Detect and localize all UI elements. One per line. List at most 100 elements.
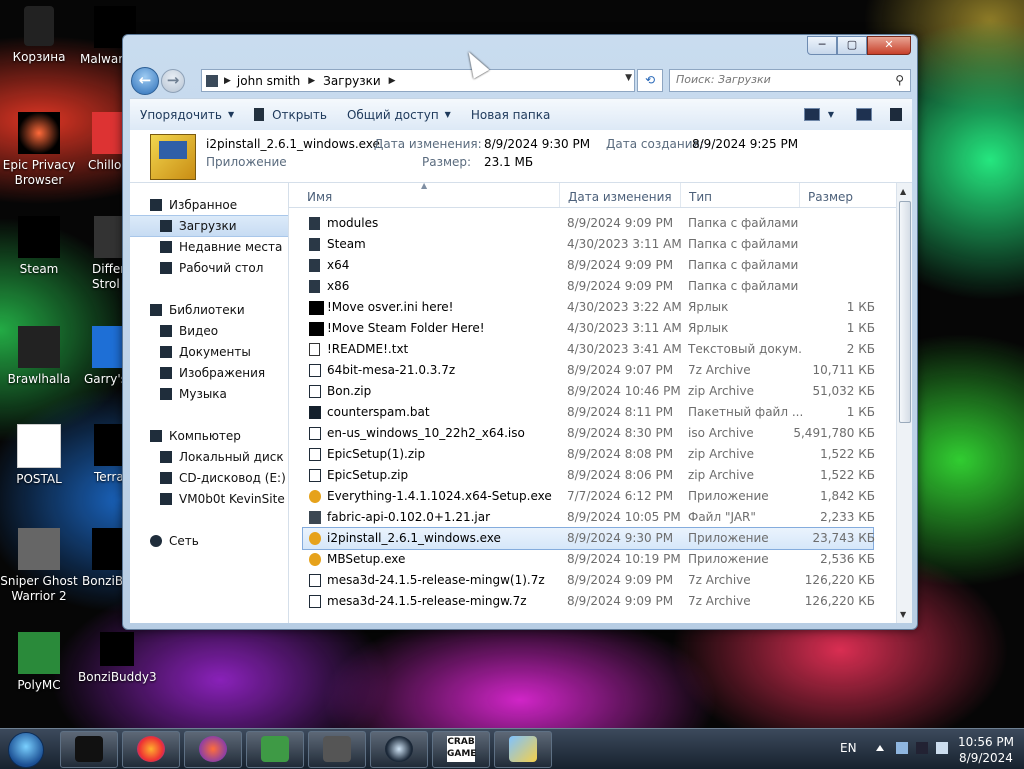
explorer-window[interactable]: ─ ▢ ✕ ← → ▶ john smith ▶ Загрузки ▶ ▼ ⟲ … — [122, 34, 918, 630]
nav-documents[interactable]: Документы — [160, 342, 251, 362]
file-row[interactable]: x86 8/9/2024 9:09 PM Папка с файлами — [289, 276, 897, 297]
column-header-name[interactable]: Имя — [299, 183, 559, 207]
language-indicator[interactable]: EN — [840, 741, 857, 755]
desktop-icon-brawlhalla[interactable]: Brawlhalla — [0, 326, 78, 387]
view-options-icon[interactable] — [803, 108, 820, 121]
video-icon — [160, 325, 172, 337]
nav-network[interactable]: Сеть — [150, 531, 199, 551]
breadcrumb-john-smith[interactable]: john smith — [237, 74, 300, 88]
chevron-right-icon[interactable]: ▶ — [308, 76, 315, 86]
taskbar-polymc[interactable] — [246, 731, 304, 768]
file-row[interactable]: en-us_windows_10_22h2_x64.iso 8/9/2024 8:… — [289, 423, 897, 444]
file-modified: 8/9/2024 9:30 PM — [567, 531, 674, 545]
tray-app-icon[interactable] — [896, 742, 908, 754]
file-name: 64bit-mesa-21.0.3.7z — [327, 363, 456, 377]
file-row[interactable]: Steam 4/30/2023 3:11 AM Папка с файлами — [289, 234, 897, 255]
details-type: Приложение — [206, 155, 287, 169]
nav-favorites[interactable]: Избранное — [150, 195, 237, 215]
taskbar-app-1[interactable] — [60, 731, 118, 768]
file-row[interactable]: Everything-1.4.1.1024.x64-Setup.exe 7/7/2… — [289, 486, 897, 507]
nav-recent-places[interactable]: Недавние места — [160, 237, 282, 257]
start-button[interactable] — [8, 732, 44, 768]
file-row[interactable]: EpicSetup.zip 8/9/2024 8:06 PM zip Archive… — [289, 465, 897, 486]
brawlhalla-icon — [18, 326, 60, 368]
scrollbar-thumb[interactable] — [899, 201, 911, 423]
nav-network-share[interactable]: VM0b0t KevinSite — [160, 489, 285, 509]
file-row[interactable]: Bon.zip 8/9/2024 10:46 PM zip Archive 51,03… — [289, 381, 897, 402]
desktop-icon-recycle-bin[interactable]: Корзина — [0, 6, 78, 65]
file-row[interactable]: fabric-api-0.102.0+1.21.jar 8/9/2024 10:0… — [289, 507, 897, 528]
new-folder-button[interactable]: Новая папка — [461, 103, 560, 127]
taskbar-steam[interactable] — [370, 731, 428, 768]
file-name: modules — [327, 216, 379, 230]
vertical-scrollbar[interactable]: ▲ ▼ — [896, 183, 912, 623]
file-icon — [309, 427, 321, 440]
chevron-down-icon[interactable]: ▼ — [625, 73, 632, 83]
scroll-down-icon[interactable]: ▼ — [900, 610, 906, 619]
taskbar-firefox[interactable] — [122, 731, 180, 768]
back-button[interactable]: ← — [131, 67, 159, 95]
file-size: 5,491,780 КБ — [793, 426, 875, 440]
file-row[interactable]: 64bit-mesa-21.0.3.7z 8/9/2024 9:07 PM 7z A… — [289, 360, 897, 381]
maximize-button[interactable]: ▢ — [837, 36, 867, 55]
organize-button[interactable]: Упорядочить ▼ — [130, 103, 244, 127]
desktop-icon-sniper-ghost-warrior[interactable]: Sniper Ghost Warrior 2 — [0, 528, 78, 604]
nav-music[interactable]: Музыка — [160, 384, 227, 404]
column-header-size[interactable]: Размер — [799, 183, 888, 207]
file-row[interactable]: modules 8/9/2024 9:09 PM Папка с файлами — [289, 213, 897, 234]
nav-local-disk[interactable]: Локальный диск (C — [160, 447, 288, 467]
scroll-up-icon[interactable]: ▲ — [900, 187, 906, 196]
nav-pictures[interactable]: Изображения — [160, 363, 265, 383]
file-row[interactable]: !Move Steam Folder Here! 4/30/2023 3:11 A… — [289, 318, 897, 339]
chevron-down-icon[interactable]: ▼ — [828, 110, 834, 119]
file-row[interactable]: x64 8/9/2024 9:09 PM Папка с файлами — [289, 255, 897, 276]
open-button[interactable]: Открыть — [244, 103, 337, 127]
file-row[interactable]: EpicSetup(1).zip 8/9/2024 8:08 PM zip Arch… — [289, 444, 897, 465]
clock[interactable]: 10:56 PM 8/9/2024 — [958, 734, 1014, 766]
breadcrumb-downloads[interactable]: Загрузки — [323, 74, 381, 88]
desktop-icon-epic-privacy-browser[interactable]: Epic Privacy Browser — [0, 112, 78, 188]
file-row[interactable]: mesa3d-24.1.5-release-mingw.7z 8/9/2024 9… — [289, 591, 897, 612]
help-icon[interactable] — [890, 108, 902, 121]
desktop-icon-postal[interactable]: POSTAL — [0, 424, 78, 487]
preview-pane-icon[interactable] — [856, 108, 872, 121]
desktop-icon-polymc[interactable]: PolyMC — [0, 632, 78, 693]
minimize-button[interactable]: ─ — [807, 36, 837, 55]
taskbar-sniper-ghost[interactable] — [308, 731, 366, 768]
desktop-icon-steam[interactable]: Steam — [0, 216, 78, 277]
forward-button[interactable]: → — [161, 69, 185, 93]
file-row[interactable]: mesa3d-24.1.5-release-mingw(1).7z 8/9/202… — [289, 570, 897, 591]
share-button[interactable]: Общий доступ ▼ — [337, 103, 461, 127]
refresh-button[interactable]: ⟲ — [637, 69, 663, 92]
file-row[interactable]: MBSetup.exe 8/9/2024 10:19 PM Приложение 2,… — [289, 549, 897, 570]
chevron-up-icon[interactable] — [876, 745, 884, 751]
file-row[interactable]: counterspam.bat 8/9/2024 8:11 PM Пакетный … — [289, 402, 897, 423]
search-box[interactable]: ⚲ — [669, 69, 911, 92]
taskbar-settings[interactable] — [494, 731, 552, 768]
close-button[interactable]: ✕ — [867, 36, 911, 55]
nav-cd-drive[interactable]: CD-дисковод (E:) — [160, 468, 286, 488]
column-header-type[interactable]: Тип — [680, 183, 799, 207]
network-icon[interactable] — [916, 742, 928, 754]
nav-libraries[interactable]: Библиотеки — [150, 300, 245, 320]
search-icon[interactable]: ⚲ — [895, 73, 904, 87]
file-row[interactable]: i2pinstall_2.6.1_windows.exe 8/9/2024 9:3… — [302, 527, 875, 550]
steam-icon — [385, 736, 413, 762]
desktop-icon-bonzibuddy3[interactable]: BonziBuddy3 — [78, 632, 157, 685]
nav-video[interactable]: Видео — [160, 321, 218, 341]
file-row[interactable]: !README!.txt 4/30/2023 3:41 AM Текстовый д… — [289, 339, 897, 360]
chevron-right-icon[interactable]: ▶ — [389, 76, 396, 86]
nav-downloads[interactable]: Загрузки — [130, 215, 288, 237]
file-size: 1,522 КБ — [820, 468, 875, 482]
taskbar-epic-privacy[interactable] — [184, 731, 242, 768]
column-header-modified[interactable]: Дата изменения — [559, 183, 680, 207]
taskbar-crab-game[interactable]: CRAB GAME — [432, 731, 490, 768]
nav-desktop[interactable]: Рабочий стол — [160, 258, 263, 278]
file-row[interactable]: !Move osver.ini here! 4/30/2023 3:22 AM Яр… — [289, 297, 897, 318]
volume-icon[interactable] — [936, 742, 948, 754]
recycle-bin-icon — [24, 6, 54, 46]
nav-computer[interactable]: Компьютер — [150, 426, 241, 446]
address-bar[interactable]: ▶ john smith ▶ Загрузки ▶ ▼ — [201, 69, 635, 92]
file-icon — [309, 574, 321, 587]
search-input[interactable] — [670, 70, 888, 89]
